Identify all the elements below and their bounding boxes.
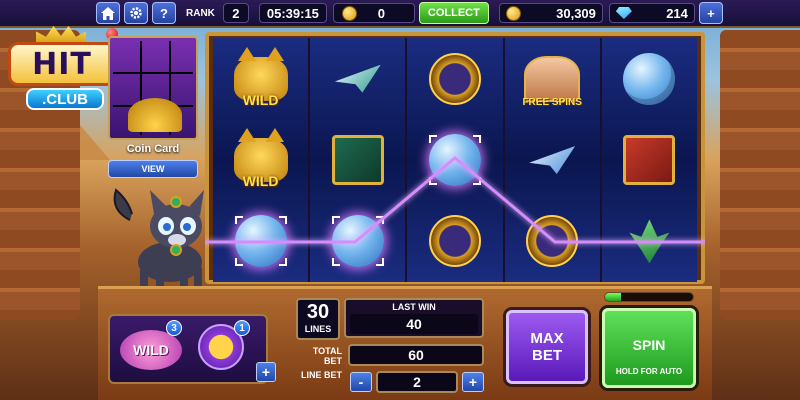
token-counter: 0 bbox=[332, 3, 415, 23]
logo-club-text: .CLUB bbox=[26, 88, 104, 110]
rank-label: RANK bbox=[186, 7, 215, 19]
scarab-amulet-icon bbox=[428, 52, 481, 105]
scarab-amulet-icon bbox=[526, 215, 579, 268]
help-button[interactable]: ? bbox=[152, 2, 176, 24]
reel-cell: FREE SPINS bbox=[505, 38, 600, 119]
paper-plane-icon bbox=[334, 64, 381, 93]
top-bar: ? RANK 2 05:39:15 0 COLLECT 30,309 214 + bbox=[0, 0, 800, 28]
lotus-leaf-icon bbox=[629, 219, 670, 264]
line-bet-value: 2 bbox=[376, 371, 458, 393]
spin-button[interactable]: SPIN HOLD FOR AUTO bbox=[602, 308, 696, 388]
red-tablet-icon bbox=[623, 134, 676, 185]
coin-booster-count: 1 bbox=[234, 320, 250, 336]
coin-card-label: Coin Card bbox=[126, 143, 180, 155]
yarn-ball-icon bbox=[623, 52, 676, 105]
win-highlight-corner bbox=[278, 258, 287, 267]
reel-cell bbox=[505, 119, 600, 200]
win-highlight-corner bbox=[278, 216, 287, 225]
gear-icon bbox=[130, 7, 142, 19]
wild-booster[interactable]: WILD bbox=[120, 330, 182, 370]
reel-cell bbox=[310, 201, 405, 282]
win-highlight-corner bbox=[331, 216, 340, 225]
gem-balance: 214 bbox=[608, 3, 695, 23]
last-win-value: 40 bbox=[350, 314, 478, 334]
total-bet-value: 60 bbox=[348, 344, 484, 366]
win-highlight-corner bbox=[234, 258, 243, 267]
lines-display: 30 LINES bbox=[296, 298, 340, 340]
last-win-label: LAST WIN bbox=[392, 302, 436, 312]
win-highlight-corner bbox=[234, 216, 243, 225]
lines-label: LINES bbox=[304, 324, 332, 334]
collect-button[interactable]: COLLECT bbox=[418, 2, 489, 24]
add-booster-button[interactable]: + bbox=[256, 362, 276, 382]
increase-line-bet-button[interactable]: + bbox=[462, 372, 484, 392]
reel-4: FREE SPINS bbox=[504, 38, 600, 282]
buy-gems-button[interactable]: + bbox=[698, 2, 723, 24]
wild-booster-count: 3 bbox=[166, 320, 182, 336]
reel-2 bbox=[310, 38, 406, 282]
reel-cell: WILD bbox=[213, 38, 308, 119]
reel-5 bbox=[601, 38, 697, 282]
token-value: 0 bbox=[377, 5, 385, 21]
win-highlight-corner bbox=[472, 176, 481, 185]
lines-value: 30 bbox=[306, 301, 330, 323]
reel-cell bbox=[602, 201, 697, 282]
reel-cell bbox=[213, 201, 308, 282]
win-highlight-corner bbox=[428, 134, 437, 143]
reel-grid: WILD WILD FREE SPINS bbox=[213, 38, 697, 282]
token-icon bbox=[341, 5, 357, 21]
explorer-girl-icon bbox=[524, 55, 581, 102]
right-pillar bbox=[720, 30, 800, 320]
reel-cell bbox=[602, 38, 697, 119]
win-highlight-corner bbox=[375, 258, 384, 267]
reel-1: WILD WILD bbox=[213, 38, 309, 282]
win-highlight-corner bbox=[331, 258, 340, 267]
last-win-display: LAST WIN 40 bbox=[344, 298, 484, 338]
reel-cell bbox=[407, 201, 502, 282]
reel-cell bbox=[310, 119, 405, 200]
reel-cell bbox=[505, 201, 600, 282]
cat-mascot bbox=[113, 188, 204, 296]
auto-spin-progress-fill bbox=[605, 293, 621, 301]
paper-plane-icon bbox=[529, 145, 576, 174]
line-bet-label: LINE BET bbox=[300, 370, 342, 380]
rank-value: 2 bbox=[222, 3, 249, 23]
total-bet-label: TOTAL BET bbox=[312, 346, 342, 366]
wild-booster-label: WILD bbox=[133, 342, 169, 358]
coin-balance: 30,309 bbox=[498, 3, 603, 23]
diamond-icon bbox=[615, 7, 632, 19]
reel-cell bbox=[310, 38, 405, 119]
symbol-caption: WILD bbox=[242, 172, 279, 189]
hit-club-logo: HIT .CLUB bbox=[6, 26, 118, 118]
green-tablet-icon bbox=[331, 134, 384, 185]
win-highlight-corner bbox=[472, 134, 481, 143]
symbol-caption: WILD bbox=[242, 91, 279, 108]
gem-balance-value: 214 bbox=[666, 5, 688, 21]
coin-icon bbox=[505, 5, 521, 21]
logo-hit-text: HIT bbox=[8, 42, 116, 86]
auto-spin-progress bbox=[604, 292, 694, 302]
reel-3 bbox=[407, 38, 503, 282]
reel-cell bbox=[407, 38, 502, 119]
spin-label: SPIN bbox=[632, 337, 666, 353]
reel-cell bbox=[407, 119, 502, 200]
reel-cell bbox=[602, 119, 697, 200]
settings-button[interactable] bbox=[124, 2, 148, 24]
coin-card-view-button[interactable]: VIEW bbox=[108, 160, 198, 178]
win-highlight-corner bbox=[375, 216, 384, 225]
home-icon bbox=[101, 6, 115, 20]
coin-pile-icon bbox=[128, 98, 182, 132]
reel-cell: WILD bbox=[213, 119, 308, 200]
max-bet-label: MAX BET bbox=[530, 330, 564, 364]
decrease-line-bet-button[interactable]: - bbox=[350, 372, 372, 392]
spin-hint: HOLD FOR AUTO bbox=[615, 367, 683, 376]
scarab-amulet-icon bbox=[428, 215, 481, 268]
home-button[interactable] bbox=[96, 2, 120, 24]
coin-balance-value: 30,309 bbox=[556, 5, 596, 21]
coin-card-preview[interactable] bbox=[108, 36, 198, 140]
symbol-caption: FREE SPINS bbox=[522, 96, 582, 108]
win-highlight-corner bbox=[428, 176, 437, 185]
max-bet-button[interactable]: MAX BET bbox=[506, 310, 588, 384]
timer: 05:39:15 bbox=[258, 3, 327, 23]
